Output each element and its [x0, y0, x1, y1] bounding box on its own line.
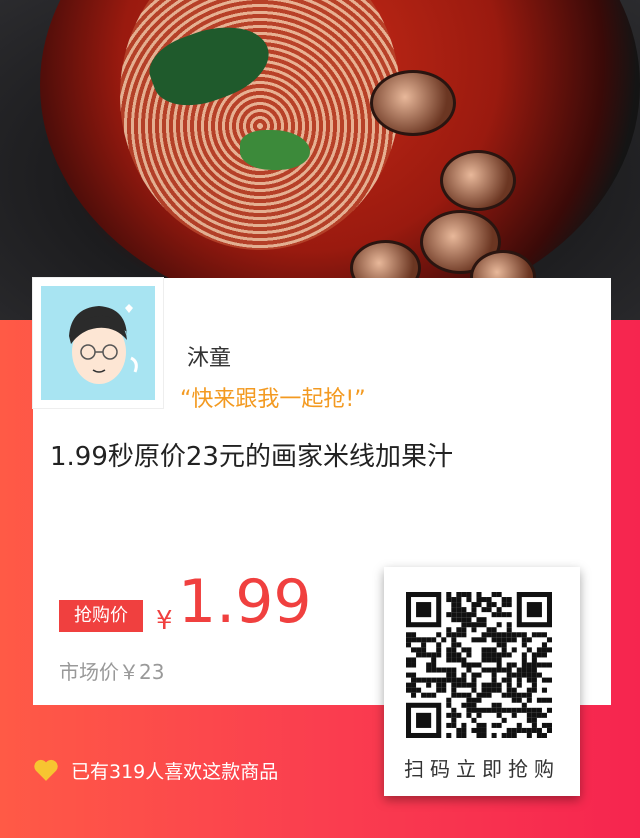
slogan-text: “快来跟我一起抢!” [180, 387, 366, 412]
likes-text: 已有319人喜欢这款商品 [71, 760, 279, 783]
clam-shape [440, 150, 516, 211]
price-tag-badge: 抢购价 [59, 600, 143, 632]
heart-icon [34, 759, 58, 781]
sale-price: 1.99 [178, 567, 312, 637]
clam-shape [370, 70, 456, 136]
scan-caption: 扫码立即抢购 [404, 757, 560, 781]
cilantro-shape [240, 130, 310, 170]
hero-food-image [0, 0, 640, 320]
likes-row: 已有319人喜欢这款商品 [33, 755, 278, 785]
username: 沐童 [187, 346, 232, 371]
market-price: 市场价￥23 [59, 660, 165, 684]
qr-code-card[interactable]: 扫码立即抢购 [384, 567, 580, 796]
avatar [33, 278, 163, 408]
currency-symbol: ¥ [156, 606, 173, 636]
avatar-illustration [41, 286, 155, 400]
qr-code-icon[interactable] [406, 592, 552, 738]
product-title: 1.99秒原价23元的画家米线加果汁 [50, 442, 453, 472]
